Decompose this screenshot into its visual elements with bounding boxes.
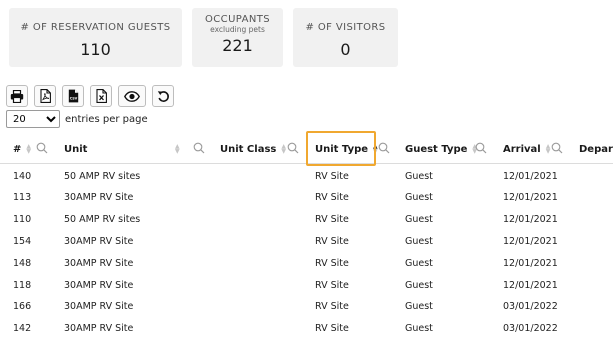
svg-text:CSV: CSV bbox=[69, 97, 77, 101]
reset-icon bbox=[157, 90, 169, 102]
cell-unit-type: RV Site bbox=[315, 301, 349, 313]
cell-number: 140 bbox=[13, 170, 32, 182]
stat-value: 0 bbox=[340, 40, 351, 59]
sort-icon[interactable]: ▲ ▼ bbox=[281, 144, 286, 155]
cell-unit-type: RV Site bbox=[315, 279, 349, 291]
cell-unit-type: RV Site bbox=[315, 170, 349, 182]
column-visibility-button[interactable] bbox=[118, 85, 146, 107]
print-icon bbox=[10, 89, 24, 103]
cell-arrival: 12/01/2021 bbox=[503, 257, 558, 269]
table-row[interactable]: 142 30AMP RV Site RV Site Guest 03/01/2022 bbox=[0, 318, 613, 337]
stat-sublabel: excluding pets bbox=[210, 25, 265, 34]
table-row[interactable]: 118 30AMP RV Site RV Site Guest 12/01/2021 bbox=[0, 274, 613, 296]
stat-occupants: OCCUPANTS excluding pets 221 bbox=[192, 8, 283, 67]
search-icon[interactable] bbox=[475, 142, 487, 154]
cell-arrival: 12/01/2021 bbox=[503, 214, 558, 226]
stat-label: # OF VISITORS bbox=[305, 22, 386, 33]
cell-unit-type: RV Site bbox=[315, 323, 349, 335]
sort-icon[interactable]: ▲ ▼ bbox=[26, 144, 31, 155]
excel-icon bbox=[95, 89, 107, 103]
column-header-unit[interactable]: Unit bbox=[64, 134, 87, 164]
cell-arrival: 03/01/2022 bbox=[503, 323, 558, 335]
cell-number: 113 bbox=[13, 192, 32, 204]
table-row[interactable]: 148 30AMP RV Site RV Site Guest 12/01/2021 bbox=[0, 252, 613, 274]
table-row[interactable]: 113 30AMP RV Site RV Site Guest 12/01/2021 bbox=[0, 187, 613, 209]
csv-icon: CSV bbox=[68, 89, 78, 103]
column-header-label: Departu bbox=[579, 143, 613, 155]
export-excel-button[interactable] bbox=[90, 85, 112, 107]
column-header-label: Guest Type bbox=[405, 143, 468, 155]
eye-icon bbox=[124, 90, 140, 102]
column-header-arrival[interactable]: Arrival ▲ ▼ bbox=[503, 134, 550, 164]
cell-guest-type: Guest bbox=[405, 170, 433, 182]
cell-unit-type: RV Site bbox=[315, 257, 349, 269]
table-row[interactable]: 154 30AMP RV Site RV Site Guest 12/01/2021 bbox=[0, 230, 613, 252]
cell-unit: 30AMP RV Site bbox=[64, 323, 134, 335]
cell-guest-type: Guest bbox=[405, 257, 433, 269]
export-pdf-button[interactable] bbox=[34, 85, 56, 107]
entries-per-page-label: entries per page bbox=[65, 113, 148, 125]
table-row[interactable]: 166 30AMP RV Site RV Site Guest 03/01/2022 bbox=[0, 296, 613, 318]
cell-guest-type: Guest bbox=[405, 192, 433, 204]
pdf-icon bbox=[39, 89, 51, 103]
cell-unit-type: RV Site bbox=[315, 214, 349, 226]
cell-arrival: 03/01/2022 bbox=[503, 301, 558, 313]
cell-unit: 30AMP RV Site bbox=[64, 257, 134, 269]
cell-unit: 50 AMP RV sites bbox=[64, 214, 141, 226]
sort-icon[interactable]: ▲ ▼ bbox=[175, 144, 180, 155]
cell-number: 148 bbox=[13, 257, 32, 269]
column-header-label: Unit Class bbox=[220, 143, 277, 155]
column-header-guest-type[interactable]: Guest Type ▲ ▼ bbox=[405, 134, 477, 164]
sorted-column-highlight bbox=[306, 131, 376, 166]
cell-unit: 30AMP RV Site bbox=[64, 235, 134, 247]
cell-guest-type: Guest bbox=[405, 279, 433, 291]
column-header-label: Unit bbox=[64, 143, 88, 155]
cell-number: 166 bbox=[13, 301, 32, 313]
entries-per-page: 20 entries per page bbox=[6, 110, 148, 128]
cell-number: 118 bbox=[13, 279, 32, 291]
print-button[interactable] bbox=[6, 85, 28, 107]
export-csv-button[interactable]: CSV bbox=[62, 85, 84, 107]
stat-visitors: # OF VISITORS 0 bbox=[293, 8, 398, 67]
column-header-departure[interactable]: Departu bbox=[579, 134, 613, 164]
column-header-label: Arrival bbox=[503, 143, 541, 155]
sort-icon[interactable]: ▲ ▼ bbox=[546, 144, 551, 155]
cell-number: 142 bbox=[13, 323, 32, 335]
stat-label: # OF RESERVATION GUESTS bbox=[20, 22, 171, 33]
column-header-label: # bbox=[13, 143, 22, 155]
stat-label: OCCUPANTS bbox=[205, 14, 270, 25]
cell-unit-type: RV Site bbox=[315, 235, 349, 247]
stat-value: 110 bbox=[80, 40, 111, 59]
cell-unit: 30AMP RV Site bbox=[64, 301, 134, 313]
entries-per-page-select[interactable]: 20 bbox=[6, 110, 60, 128]
column-header-unit-class[interactable]: Unit Class ▲ ▼ bbox=[220, 134, 286, 164]
cell-arrival: 12/01/2021 bbox=[503, 170, 558, 182]
cell-unit: 50 AMP RV sites bbox=[64, 170, 141, 182]
table-row[interactable]: 140 50 AMP RV sites RV Site Guest 12/01/2021 bbox=[0, 165, 613, 187]
reset-button[interactable] bbox=[152, 85, 174, 107]
search-icon[interactable] bbox=[193, 142, 205, 154]
search-icon[interactable] bbox=[551, 142, 563, 154]
search-icon[interactable] bbox=[36, 142, 48, 154]
search-icon[interactable] bbox=[378, 142, 390, 154]
cell-guest-type: Guest bbox=[405, 323, 433, 335]
cell-arrival: 12/01/2021 bbox=[503, 192, 558, 204]
cell-unit: 30AMP RV Site bbox=[64, 192, 134, 204]
cell-number: 110 bbox=[13, 214, 32, 226]
table-row[interactable]: 110 50 AMP RV sites RV Site Guest 12/01/2021 bbox=[0, 209, 613, 231]
cell-number: 154 bbox=[13, 235, 32, 247]
search-icon[interactable] bbox=[287, 142, 299, 154]
cell-guest-type: Guest bbox=[405, 235, 433, 247]
cell-unit-type: RV Site bbox=[315, 192, 349, 204]
stat-reservation-guests: # OF RESERVATION GUESTS 110 bbox=[9, 8, 182, 67]
cell-arrival: 12/01/2021 bbox=[503, 235, 558, 247]
cell-unit: 30AMP RV Site bbox=[64, 279, 134, 291]
cell-guest-type: Guest bbox=[405, 301, 433, 313]
cell-guest-type: Guest bbox=[405, 214, 433, 226]
cell-arrival: 12/01/2021 bbox=[503, 279, 558, 291]
stat-value: 221 bbox=[222, 36, 253, 55]
column-header-number[interactable]: # ▲ ▼ bbox=[13, 134, 31, 164]
